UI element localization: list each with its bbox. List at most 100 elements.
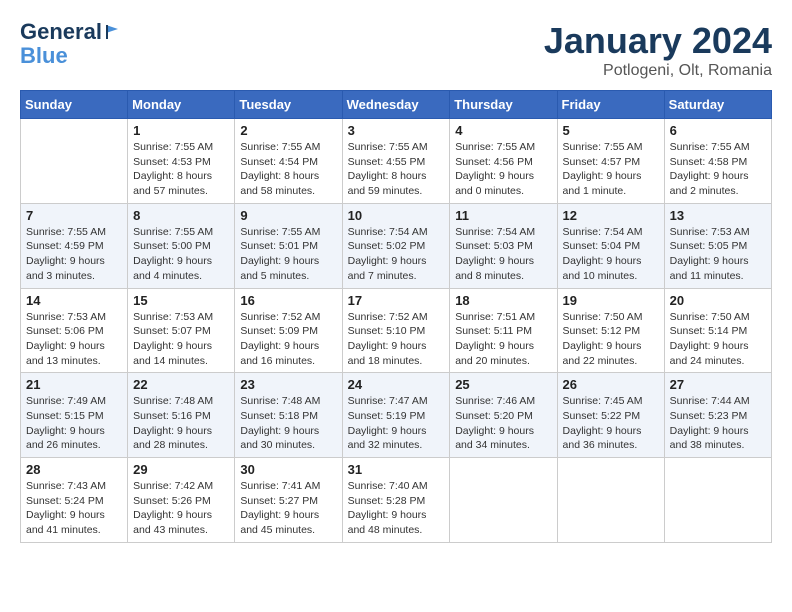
weekday-header-saturday: Saturday xyxy=(664,91,771,119)
day-number: 26 xyxy=(563,377,659,392)
calendar-cell: 25 Sunrise: 7:46 AM Sunset: 5:20 PM Dayli… xyxy=(450,373,557,458)
header: General Blue January 2024 Potlogeni, Olt… xyxy=(20,20,772,80)
day-number: 20 xyxy=(670,293,766,308)
day-info: Sunrise: 7:40 AM Sunset: 5:28 PM Dayligh… xyxy=(348,479,445,538)
day-info: Sunrise: 7:45 AM Sunset: 5:22 PM Dayligh… xyxy=(563,394,659,453)
day-number: 6 xyxy=(670,123,766,138)
logo: General Blue xyxy=(20,20,124,68)
day-number: 2 xyxy=(240,123,336,138)
calendar-cell: 27Sunrise: 7:44 AM Sunset: 5:23 PM Dayli… xyxy=(664,373,771,458)
calendar-cell: 14Sunrise: 7:53 AM Sunset: 5:06 PM Dayli… xyxy=(21,288,128,373)
day-number: 21 xyxy=(26,377,122,392)
calendar-cell: 28 Sunrise: 7:43 AM Sunset: 5:24 PM Dayli… xyxy=(21,458,128,543)
day-number: 30 xyxy=(240,462,336,477)
day-info: Sunrise: 7:53 AM Sunset: 5:05 PM Dayligh… xyxy=(670,225,766,284)
weekday-header-monday: Monday xyxy=(128,91,235,119)
day-info: Sunrise: 7:55 AM Sunset: 4:58 PM Dayligh… xyxy=(670,140,766,199)
calendar-cell: 2 Sunrise: 7:55 AM Sunset: 4:54 PM Daylig… xyxy=(235,119,342,204)
day-info: Sunrise: 7:50 AM Sunset: 5:12 PM Dayligh… xyxy=(563,310,659,369)
day-info: Sunrise: 7:55 AM Sunset: 4:54 PM Dayligh… xyxy=(240,140,336,199)
day-info: Sunrise: 7:48 AM Sunset: 5:16 PM Dayligh… xyxy=(133,394,229,453)
day-info: Sunrise: 7:51 AM Sunset: 5:11 PM Dayligh… xyxy=(455,310,551,369)
day-info: Sunrise: 7:55 AM Sunset: 5:00 PM Dayligh… xyxy=(133,225,229,284)
day-info: Sunrise: 7:41 AM Sunset: 5:27 PM Dayligh… xyxy=(240,479,336,538)
day-number: 25 xyxy=(455,377,551,392)
day-number: 23 xyxy=(240,377,336,392)
calendar-cell: 23Sunrise: 7:48 AM Sunset: 5:18 PM Dayli… xyxy=(235,373,342,458)
day-number: 18 xyxy=(455,293,551,308)
calendar-week-row: 14Sunrise: 7:53 AM Sunset: 5:06 PM Dayli… xyxy=(21,288,772,373)
day-info: Sunrise: 7:53 AM Sunset: 5:07 PM Dayligh… xyxy=(133,310,229,369)
calendar-cell: 29Sunrise: 7:42 AM Sunset: 5:26 PM Dayli… xyxy=(128,458,235,543)
calendar-cell xyxy=(21,119,128,204)
day-info: Sunrise: 7:55 AM Sunset: 4:56 PM Dayligh… xyxy=(455,140,551,199)
calendar-cell: 5 Sunrise: 7:55 AM Sunset: 4:57 PM Daylig… xyxy=(557,119,664,204)
weekday-header-row: SundayMondayTuesdayWednesdayThursdayFrid… xyxy=(21,91,772,119)
calendar-cell: 22 Sunrise: 7:48 AM Sunset: 5:16 PM Dayli… xyxy=(128,373,235,458)
calendar-cell: 30 Sunrise: 7:41 AM Sunset: 5:27 PM Dayli… xyxy=(235,458,342,543)
day-number: 9 xyxy=(240,208,336,223)
day-info: Sunrise: 7:47 AM Sunset: 5:19 PM Dayligh… xyxy=(348,394,445,453)
day-number: 12 xyxy=(563,208,659,223)
day-info: Sunrise: 7:49 AM Sunset: 5:15 PM Dayligh… xyxy=(26,394,122,453)
day-info: Sunrise: 7:55 AM Sunset: 4:53 PM Dayligh… xyxy=(133,140,229,199)
day-info: Sunrise: 7:44 AM Sunset: 5:23 PM Dayligh… xyxy=(670,394,766,453)
day-number: 5 xyxy=(563,123,659,138)
calendar-cell: 10 Sunrise: 7:54 AM Sunset: 5:02 PM Dayli… xyxy=(342,203,450,288)
calendar-cell: 31 Sunrise: 7:40 AM Sunset: 5:28 PM Dayli… xyxy=(342,458,450,543)
day-number: 19 xyxy=(563,293,659,308)
calendar-cell: 8Sunrise: 7:55 AM Sunset: 5:00 PM Daylig… xyxy=(128,203,235,288)
calendar-cell: 11Sunrise: 7:54 AM Sunset: 5:03 PM Dayli… xyxy=(450,203,557,288)
day-info: Sunrise: 7:43 AM Sunset: 5:24 PM Dayligh… xyxy=(26,479,122,538)
calendar-cell: 16 Sunrise: 7:52 AM Sunset: 5:09 PM Dayli… xyxy=(235,288,342,373)
calendar-title: January 2024 xyxy=(544,20,772,62)
calendar-cell: 12 Sunrise: 7:54 AM Sunset: 5:04 PM Dayli… xyxy=(557,203,664,288)
day-number: 13 xyxy=(670,208,766,223)
calendar-cell xyxy=(664,458,771,543)
calendar-week-row: 21 Sunrise: 7:49 AM Sunset: 5:15 PM Dayli… xyxy=(21,373,772,458)
day-number: 22 xyxy=(133,377,229,392)
calendar-week-row: 1 Sunrise: 7:55 AM Sunset: 4:53 PM Daylig… xyxy=(21,119,772,204)
calendar-cell: 26 Sunrise: 7:45 AM Sunset: 5:22 PM Dayli… xyxy=(557,373,664,458)
calendar-cell: 15Sunrise: 7:53 AM Sunset: 5:07 PM Dayli… xyxy=(128,288,235,373)
calendar-cell: 1 Sunrise: 7:55 AM Sunset: 4:53 PM Daylig… xyxy=(128,119,235,204)
day-info: Sunrise: 7:52 AM Sunset: 5:10 PM Dayligh… xyxy=(348,310,445,369)
day-info: Sunrise: 7:50 AM Sunset: 5:14 PM Dayligh… xyxy=(670,310,766,369)
calendar-cell: 24Sunrise: 7:47 AM Sunset: 5:19 PM Dayli… xyxy=(342,373,450,458)
day-number: 28 xyxy=(26,462,122,477)
day-info: Sunrise: 7:55 AM Sunset: 4:59 PM Dayligh… xyxy=(26,225,122,284)
calendar-cell: 20 Sunrise: 7:50 AM Sunset: 5:14 PM Dayli… xyxy=(664,288,771,373)
calendar-cell: 6 Sunrise: 7:55 AM Sunset: 4:58 PM Daylig… xyxy=(664,119,771,204)
day-number: 31 xyxy=(348,462,445,477)
calendar-table: SundayMondayTuesdayWednesdayThursdayFrid… xyxy=(20,90,772,543)
day-info: Sunrise: 7:54 AM Sunset: 5:02 PM Dayligh… xyxy=(348,225,445,284)
calendar-week-row: 7 Sunrise: 7:55 AM Sunset: 4:59 PM Daylig… xyxy=(21,203,772,288)
day-info: Sunrise: 7:55 AM Sunset: 4:55 PM Dayligh… xyxy=(348,140,445,199)
calendar-cell: 19 Sunrise: 7:50 AM Sunset: 5:12 PM Dayli… xyxy=(557,288,664,373)
logo-text-blue: Blue xyxy=(20,43,68,68)
calendar-cell: 13 Sunrise: 7:53 AM Sunset: 5:05 PM Dayli… xyxy=(664,203,771,288)
logo-flag-icon xyxy=(104,23,122,41)
day-info: Sunrise: 7:55 AM Sunset: 4:57 PM Dayligh… xyxy=(563,140,659,199)
day-info: Sunrise: 7:54 AM Sunset: 5:04 PM Dayligh… xyxy=(563,225,659,284)
calendar-cell: 3Sunrise: 7:55 AM Sunset: 4:55 PM Daylig… xyxy=(342,119,450,204)
day-number: 1 xyxy=(133,123,229,138)
logo-text-general: General xyxy=(20,20,102,44)
weekday-header-wednesday: Wednesday xyxy=(342,91,450,119)
day-info: Sunrise: 7:46 AM Sunset: 5:20 PM Dayligh… xyxy=(455,394,551,453)
title-area: January 2024 Potlogeni, Olt, Romania xyxy=(544,20,772,80)
calendar-cell xyxy=(557,458,664,543)
day-number: 10 xyxy=(348,208,445,223)
day-number: 16 xyxy=(240,293,336,308)
weekday-header-tuesday: Tuesday xyxy=(235,91,342,119)
calendar-cell: 18 Sunrise: 7:51 AM Sunset: 5:11 PM Dayli… xyxy=(450,288,557,373)
weekday-header-thursday: Thursday xyxy=(450,91,557,119)
day-number: 17 xyxy=(348,293,445,308)
day-number: 11 xyxy=(455,208,551,223)
day-info: Sunrise: 7:52 AM Sunset: 5:09 PM Dayligh… xyxy=(240,310,336,369)
calendar-subtitle: Potlogeni, Olt, Romania xyxy=(544,62,772,80)
day-number: 4 xyxy=(455,123,551,138)
day-number: 29 xyxy=(133,462,229,477)
day-number: 7 xyxy=(26,208,122,223)
calendar-cell xyxy=(450,458,557,543)
